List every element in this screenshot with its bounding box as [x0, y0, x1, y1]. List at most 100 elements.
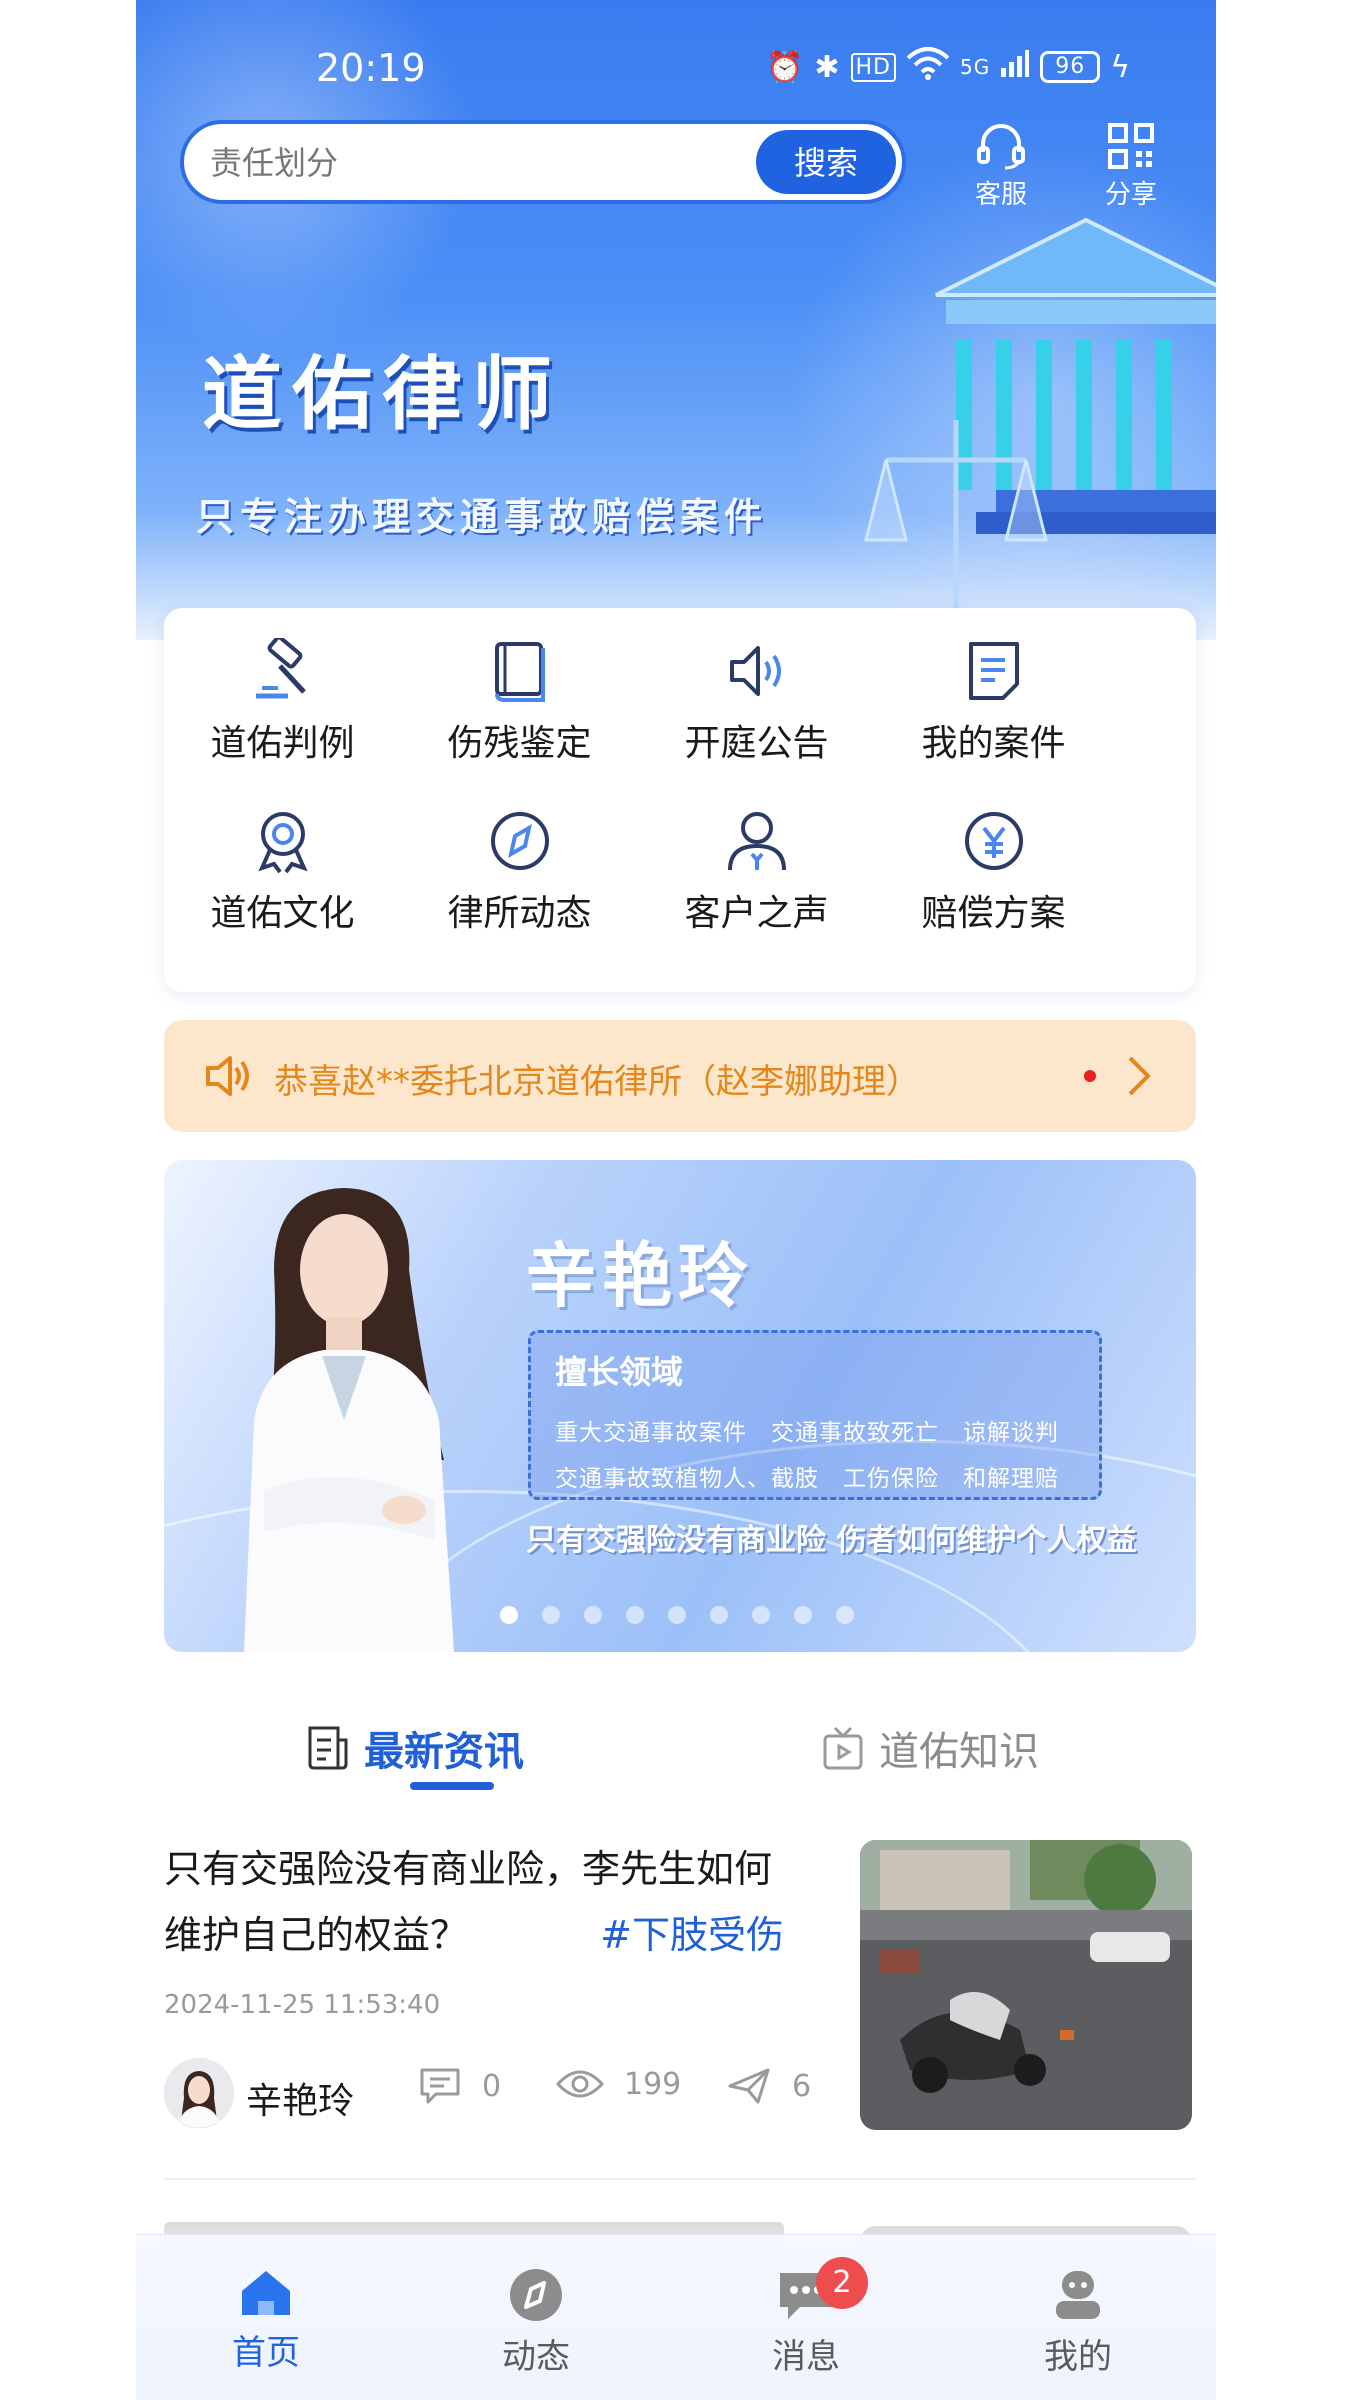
menu-label: 赔偿方案 — [921, 893, 1066, 934]
user-icon — [727, 812, 786, 871]
brand-title: 道佑律师 — [202, 347, 562, 441]
list-divider — [164, 2178, 1196, 2180]
menu-item-client-voice[interactable]: 客户之声 — [638, 808, 875, 978]
compass-icon — [490, 812, 549, 870]
expertise-line: 交通事故致植物人、截肢 工伤保险 和解理赔 — [555, 1466, 1059, 1492]
status-bar: 20:19 ⏰ ✱ HD 5G 96 ϟ — [136, 0, 1216, 130]
nav-label: 我的 — [1044, 2337, 1112, 2377]
right-margin — [1216, 0, 1350, 2400]
share-count-value: 6 — [792, 2068, 812, 2104]
tab-knowledge[interactable]: 道佑知识 — [821, 1718, 1039, 1778]
nav-label: 消息 — [772, 2337, 840, 2377]
menu-item-compensation-plan[interactable]: 赔偿方案 — [875, 808, 1112, 978]
hero-header: 20:19 ⏰ ✱ HD 5G 96 ϟ 搜索 — [136, 0, 1216, 640]
menu-label: 客户之声 — [684, 893, 829, 934]
comment-icon — [420, 2068, 460, 2104]
banner-lawyer-name: 辛艳玲 — [526, 1235, 754, 1317]
network-label: 5G — [959, 55, 991, 79]
courthouse-illustration — [864, 217, 1216, 610]
expertise-title: 擅长领域 — [555, 1353, 684, 1391]
banner-tagline: 只有交强险没有商业险 伤者如何维护个人权益 — [526, 1523, 1137, 1558]
news-icon — [308, 1726, 348, 1770]
chevron-right-icon[interactable] — [1124, 1054, 1154, 1098]
menu-label: 伤残鉴定 — [447, 723, 592, 764]
battery-icon: 96 — [1040, 51, 1101, 83]
phone-screen: 20:19 ⏰ ✱ HD 5G 96 ϟ 搜索 — [136, 0, 1216, 2400]
article-tag[interactable]: #下肢受伤 — [600, 1902, 784, 1968]
carousel-dot[interactable] — [794, 1606, 812, 1624]
carousel-dot[interactable] — [668, 1606, 686, 1624]
message-badge: 2 — [816, 2257, 868, 2309]
gavel-icon — [255, 638, 306, 699]
lawyer-photo — [244, 1188, 454, 1652]
nav-profile[interactable]: 我的 — [1008, 2267, 1148, 2378]
profile-icon — [1056, 2271, 1100, 2319]
share-button[interactable]: 分享 — [1086, 122, 1176, 211]
view-count: 199 — [556, 2066, 681, 2102]
customer-service-button[interactable]: 客服 — [956, 122, 1046, 211]
article-title[interactable]: 只有交强险没有商业险，李先生如何维护自己的权益？ #下肢受伤 — [164, 1836, 794, 1968]
carousel-dot[interactable] — [584, 1606, 602, 1624]
search-input[interactable] — [208, 138, 692, 188]
nav-messages[interactable]: 2 消息 — [736, 2257, 876, 2378]
avatar-image — [164, 2058, 234, 2128]
search-bar[interactable]: 搜索 — [180, 120, 906, 204]
menu-label: 律所动态 — [447, 893, 592, 934]
search-button[interactable]: 搜索 — [756, 130, 896, 194]
menu-label: 道佑文化 — [210, 893, 355, 934]
article-thumbnail[interactable] — [860, 1840, 1192, 2130]
menu-label: 我的案件 — [921, 723, 1066, 764]
share-count[interactable]: 6 — [726, 2066, 811, 2106]
yuan-icon — [964, 812, 1023, 870]
comment-count-value: 0 — [482, 2068, 502, 2104]
status-time: 20:19 — [316, 46, 426, 90]
menu-item-my-cases[interactable]: 我的案件 — [875, 638, 1112, 808]
award-icon — [257, 812, 308, 874]
carousel-dot[interactable] — [710, 1606, 728, 1624]
tab-label: 道佑知识 — [879, 1729, 1039, 1775]
lawyer-banner[interactable]: 辛艳玲 擅长领域 重大交通事故案件 交通事故致死亡 谅解谈判 交通事故致植物人、… — [164, 1160, 1196, 1652]
compass-icon — [510, 2269, 562, 2321]
nav-label: 首页 — [232, 2333, 300, 2373]
nav-home[interactable]: 首页 — [196, 2267, 336, 2374]
expertise-box: 擅长领域 重大交通事故案件 交通事故致死亡 谅解谈判 交通事故致植物人、截肢 工… — [528, 1330, 1102, 1500]
speaker-icon — [729, 646, 781, 696]
eye-icon — [556, 2070, 604, 2098]
carousel-dot[interactable] — [626, 1606, 644, 1624]
notice-dot — [1084, 1070, 1096, 1082]
menu-item-cases[interactable]: 道佑判例 — [164, 638, 401, 808]
headset-icon — [977, 124, 1025, 170]
menu-item-court-notice[interactable]: 开庭公告 — [638, 638, 875, 808]
carousel-dot[interactable] — [542, 1606, 560, 1624]
menu-item-culture[interactable]: 道佑文化 — [164, 808, 401, 978]
menu-label: 道佑判例 — [210, 723, 355, 764]
carousel-dot[interactable] — [500, 1606, 518, 1624]
view-count-value: 199 — [624, 2066, 682, 2102]
home-icon — [242, 2271, 290, 2315]
tab-latest-news[interactable]: 最新资讯 — [306, 1718, 524, 1778]
alarm-icon: ⏰ — [766, 49, 805, 85]
notice-text: 恭喜赵**委托北京道佑律所（赵李娜助理） — [274, 1062, 920, 1102]
notice-bar[interactable]: 恭喜赵**委托北京道佑律所（赵李娜助理） — [164, 1020, 1196, 1132]
carousel-dot[interactable] — [836, 1606, 854, 1624]
book-icon — [494, 642, 545, 702]
status-icons: ⏰ ✱ HD 5G 96 ϟ — [766, 46, 1131, 88]
send-icon — [728, 2068, 770, 2104]
tab-label: 最新资讯 — [364, 1729, 524, 1775]
article-author[interactable]: 辛艳玲 — [246, 2072, 354, 2124]
accident-photo — [860, 1840, 1192, 2130]
active-tab-indicator — [410, 1782, 494, 1790]
carousel-dot[interactable] — [752, 1606, 770, 1624]
wifi-icon — [906, 46, 950, 88]
nav-feed[interactable]: 动态 — [466, 2267, 606, 2378]
author-avatar[interactable] — [164, 2058, 234, 2128]
document-icon — [968, 642, 1019, 700]
menu-label: 开庭公告 — [684, 723, 829, 764]
menu-item-firm-news[interactable]: 律所动态 — [401, 808, 638, 978]
qr-code-icon — [1108, 123, 1154, 169]
signal-icon — [1000, 48, 1030, 86]
comment-count[interactable]: 0 — [418, 2066, 501, 2106]
left-margin — [0, 0, 136, 2400]
hd-icon: HD — [850, 52, 896, 82]
menu-item-disability-assessment[interactable]: 伤残鉴定 — [401, 638, 638, 808]
